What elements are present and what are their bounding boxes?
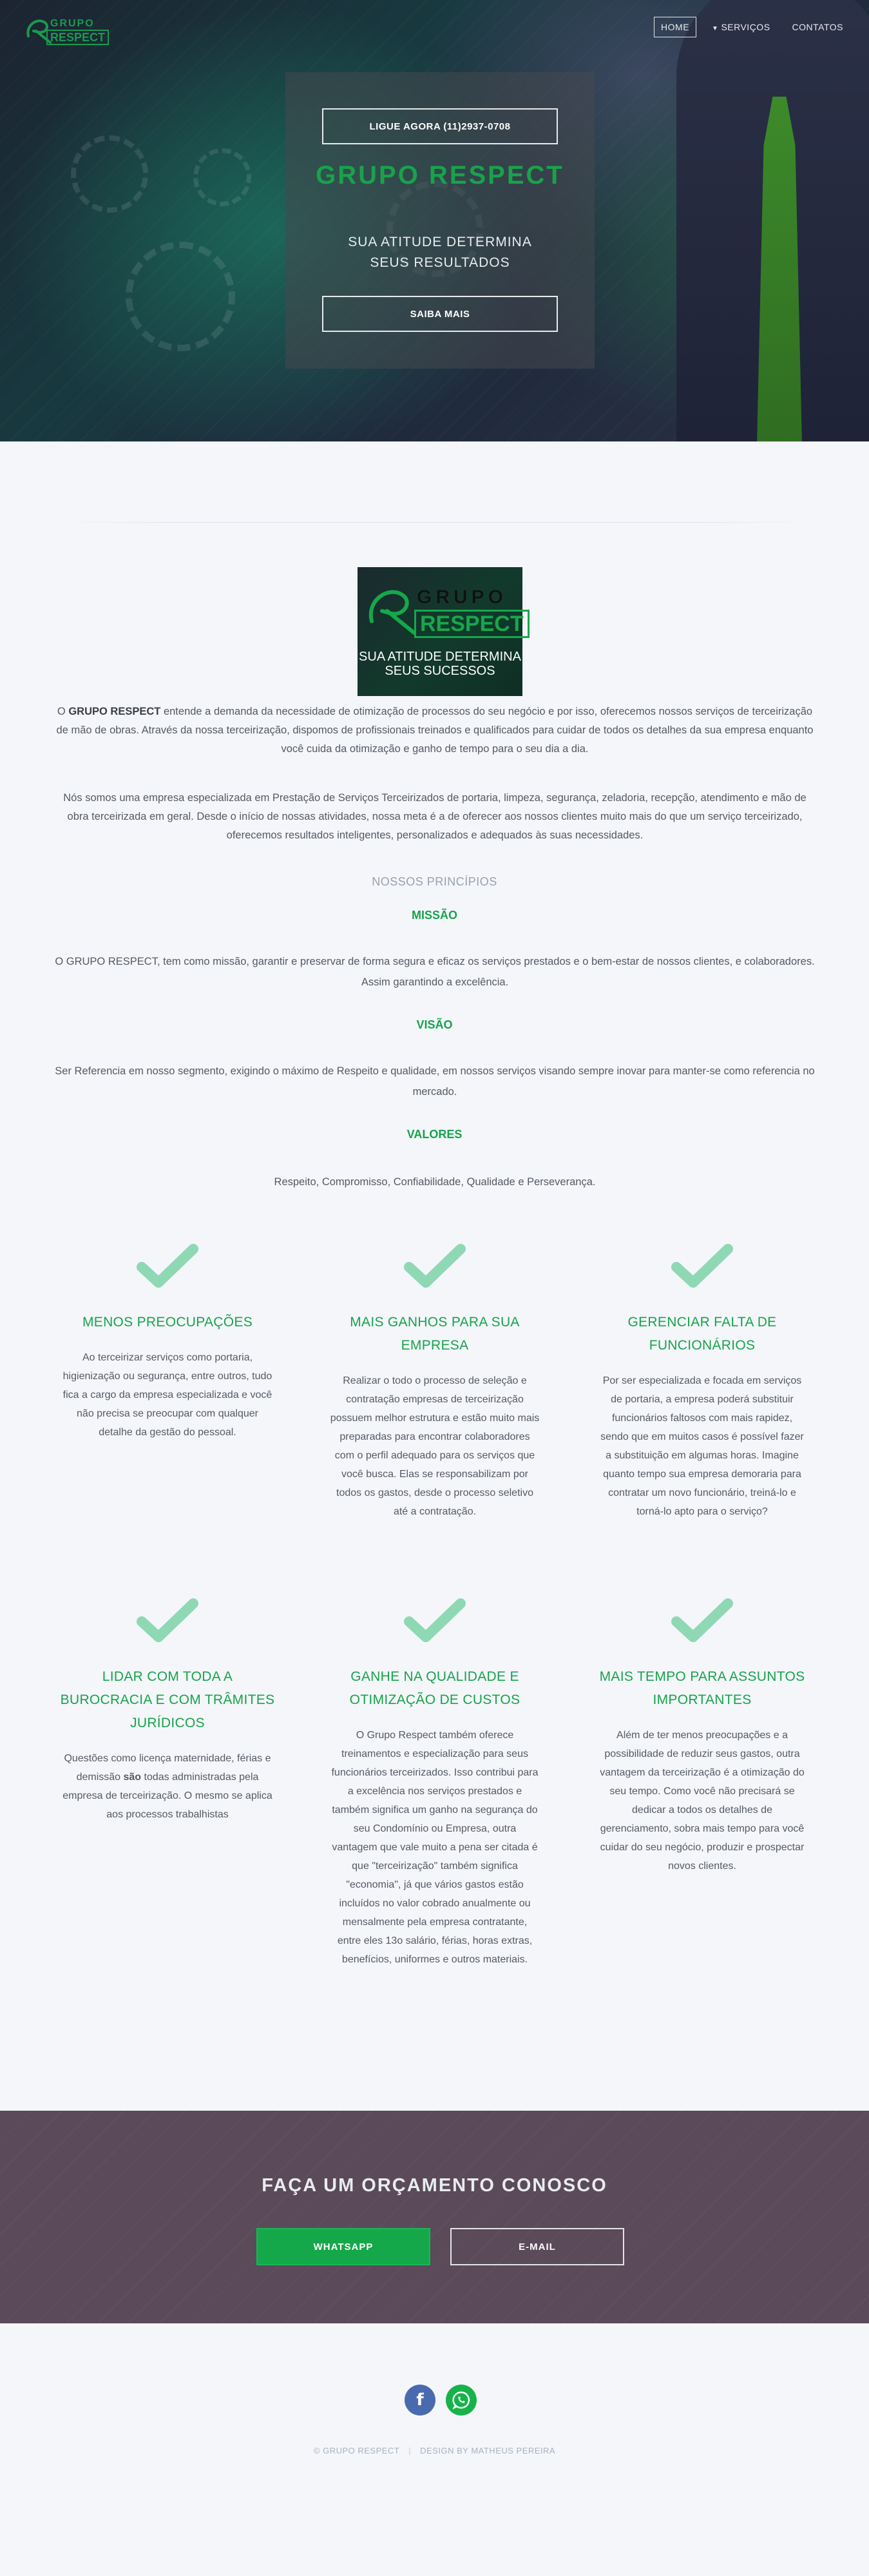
hero-panel: LIGUE AGORA (11)2937-0708 GRUPO RESPECT … [285,72,595,369]
checkmark-icon [671,1598,733,1642]
chevron-down-icon: ▼ [712,25,719,32]
benefit-title: GERENCIAR FALTA DE FUNCIONÁRIOS [627,1315,777,1353]
vision-title: VISÃO [416,1018,453,1031]
hero-subtitle-line1: SUA ATITUDE DETERMINA [348,235,532,249]
checkmark-icon [671,1244,733,1288]
benefit-card: MAIS GANHOS PARA SUA EMPRESA Realizar o … [322,1244,548,1521]
benefit-card: GANHE NA QUALIDADE E OTIMIZAÇÃO DE CUSTO… [322,1598,548,1969]
cta-title: FAÇA UM ORÇAMENTO CONOSCO [262,2175,607,2196]
logo-slogan-line1: SUA ATITUDE DETERMINA [359,650,521,664]
logo-text-bottom: RESPECT [46,30,110,45]
benefit-card: MAIS TEMPO PARA ASSUNTOS IMPORTANTES Alé… [589,1598,815,1875]
about-paragraph-2: Nós somos uma empresa especializada em P… [63,792,807,841]
checkmark-icon [404,1598,466,1642]
benefit-text-bold: são [123,1772,142,1783]
benefit-title: MENOS PREOCUPAÇÕES [82,1315,253,1330]
main-nav: HOME ▼ SERVIÇOS CONTATOS [654,17,850,37]
hero-subtitle-line2: SEUS RESULTADOS [370,255,510,270]
about-paragraph: O GRUPO RESPECT entende a demanda da nec… [52,702,818,759]
benefit-text: O Grupo Respect também oferece treinamen… [331,1730,539,1965]
mission-title: MISSÃO [411,909,457,922]
call-now-button[interactable]: LIGUE AGORA (11)2937-0708 [322,108,558,144]
hero-tie-image [757,97,802,441]
hero-subtitle: SUA ATITUDE DETERMINA SEUS RESULTADOS [285,232,595,273]
nav-item-contatos[interactable]: CONTATOS [786,17,850,37]
design-credit: DESIGN BY MATHEUS PEREIRA [420,2446,556,2455]
checkmark-icon [404,1244,466,1288]
site-logo[interactable]: GRUPO RESPECT [24,15,115,48]
benefit-card: MENOS PREOCUPAÇÕES Ao terceirizar serviç… [55,1244,280,1442]
logo-text-top: GRUPO [417,586,508,608]
values-text: Respeito, Compromisso, Confiabilidade, Q… [274,1176,596,1188]
values-title: VALORES [406,1128,463,1141]
logo-text-bottom: RESPECT [414,610,530,638]
hero-section: GRUPO RESPECT HOME ▼ SERVIÇOS CONTATOS LI… [0,0,869,441]
logo-slogan: SUA ATITUDE DETERMINA SEUS SUCESSOS [358,650,522,678]
benefit-card: LIDAR COM TODA A BUROCRACIA E COM TRÂMIT… [55,1598,280,1824]
whatsapp-glyph-icon [452,2391,470,2410]
benefit-title: MAIS GANHOS PARA SUA EMPRESA [350,1315,520,1353]
benefit-text: Além de ter menos preocupações e a possi… [600,1730,805,1872]
gear-graphic [126,242,235,351]
learn-more-button[interactable]: SAIBA MAIS [322,296,558,332]
benefit-text: Por ser especializada e focada em serviç… [600,1375,804,1517]
benefit-title: LIDAR COM TODA A BUROCRACIA E COM TRÂMIT… [60,1669,275,1730]
whatsapp-icon[interactable] [446,2385,477,2416]
nav-item-servicos-label: SERVIÇOS [721,22,770,32]
copyright-text: © GRUPO RESPECT [313,2446,400,2455]
benefit-title: MAIS TEMPO PARA ASSUNTOS IMPORTANTES [599,1669,805,1707]
benefit-card: GERENCIAR FALTA DE FUNCIONÁRIOS Por ser … [589,1244,815,1521]
logo-text-top: GRUPO [50,18,95,29]
principles-heading: NOSSOS PRINCÍPIOS [372,875,497,888]
benefit-text: Questões como licença maternidade, féria… [55,1749,280,1824]
section-divider [52,522,818,523]
gear-graphic [71,135,148,213]
checkmark-icon [137,1598,198,1642]
facebook-icon[interactable]: f [405,2385,435,2416]
whatsapp-button[interactable]: WHATSAPP [256,2228,430,2265]
about-company-name: GRUPO RESPECT [68,706,161,717]
benefit-text: Ao terceirizar serviços como portaria, h… [62,1352,272,1438]
gear-graphic [193,148,251,206]
logo-slogan-line2: SEUS SUCESSOS [385,664,495,678]
hero-title: GRUPO RESPECT [316,161,564,189]
vision-text: Ser Referencia em nosso segmento, exigin… [55,1065,815,1098]
quote-cta-section: FAÇA UM ORÇAMENTO CONOSCO WHATSAPP E-MAI… [0,2111,869,2323]
nav-item-home[interactable]: HOME [654,17,697,37]
logo-swirl-icon [368,590,416,635]
email-button[interactable]: E-MAIL [450,2228,624,2265]
benefit-text: Realizar o todo o processo de seleção e … [330,1375,540,1517]
mission-text: O GRUPO RESPECT, tem como missão, garant… [55,956,815,988]
footer-credits: © GRUPO RESPECT | DESIGN BY MATHEUS PEREIR… [0,2446,869,2455]
checkmark-icon [137,1244,198,1288]
company-logo-image: GRUPO RESPECT SUA ATITUDE DETERMINA SEUS… [358,567,530,696]
about-text: entende a demanda da necessidade de otim… [56,706,814,755]
nav-item-servicos[interactable]: ▼ SERVIÇOS [705,17,777,37]
footer-separator: | [408,2446,412,2455]
benefit-title: GANHE NA QUALIDADE E OTIMIZAÇÃO DE CUSTO… [349,1669,520,1707]
about-lead: O [57,706,69,717]
